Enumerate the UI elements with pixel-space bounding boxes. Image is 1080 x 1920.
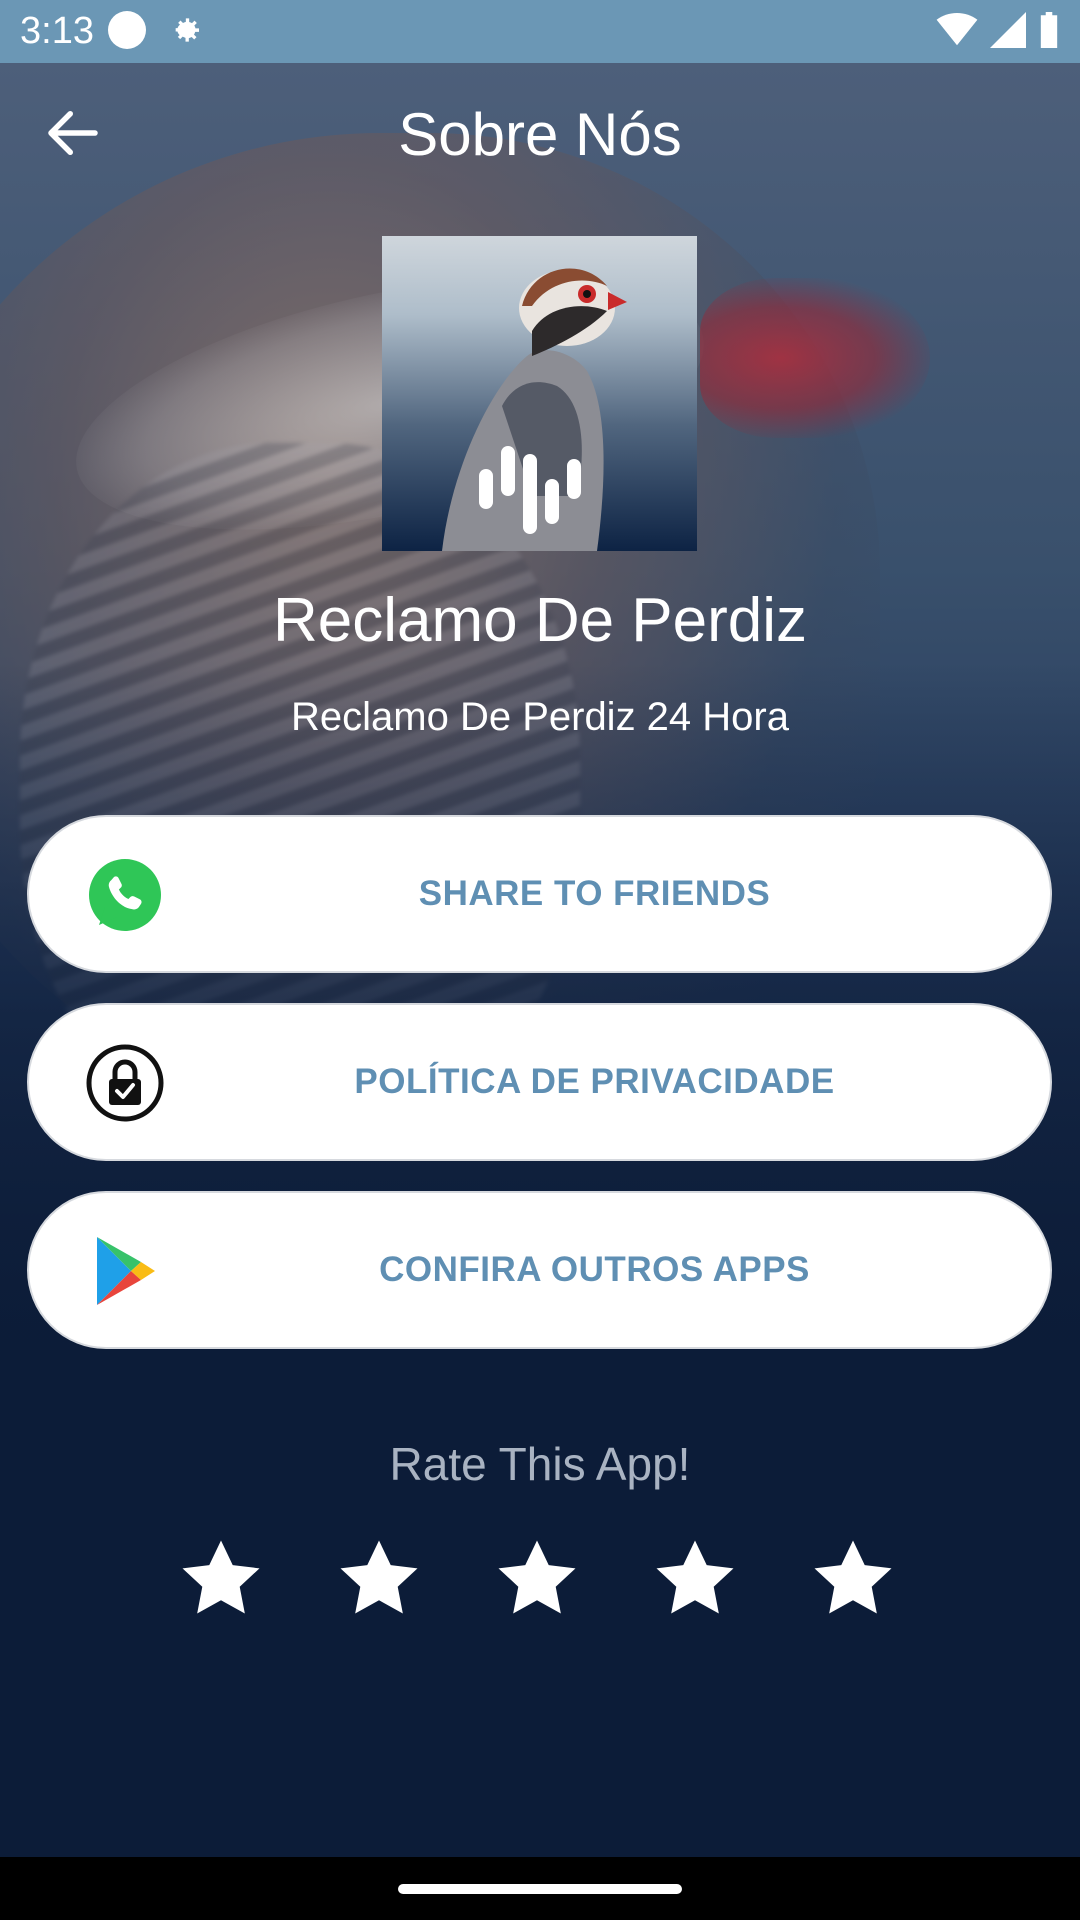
wifi-icon [936, 13, 978, 46]
star-icon-4[interactable] [649, 1535, 741, 1623]
gear-icon [175, 18, 199, 42]
navigation-bar [0, 1857, 1080, 1920]
other-apps-label: CONFIRA OUTROS APPS [379, 1250, 810, 1289]
app-cover-image [382, 236, 697, 551]
home-gesture-handle[interactable] [398, 1884, 682, 1894]
status-icons [936, 12, 1060, 48]
app-name: Reclamo De Perdiz [272, 586, 808, 655]
star-rating[interactable] [175, 1535, 905, 1625]
background-bird-beak [700, 278, 930, 438]
star-icon-1[interactable] [175, 1535, 267, 1623]
soundwave-icon [479, 446, 581, 534]
star-icon-2[interactable] [333, 1535, 425, 1623]
status-bar: 3:13 [0, 0, 1080, 63]
privacy-policy-button[interactable]: POLÍTICA DE PRIVACIDADE [27, 1003, 1052, 1161]
status-time: 3:13 [20, 10, 94, 52]
star-icon-5[interactable] [807, 1535, 899, 1623]
share-to-friends-button[interactable]: SHARE TO FRIENDS [27, 815, 1052, 973]
star-icon-3[interactable] [491, 1535, 583, 1623]
app-subtitle: Reclamo De Perdiz 24 Hora [291, 695, 789, 739]
battery-icon [1040, 12, 1058, 48]
privacy-policy-label: POLÍTICA DE PRIVACIDADE [354, 1062, 835, 1101]
share-to-friends-label: SHARE TO FRIENDS [418, 874, 771, 913]
circle-icon [108, 11, 146, 49]
signal-icon [990, 12, 1026, 48]
other-apps-button[interactable]: CONFIRA OUTROS APPS [27, 1191, 1052, 1349]
rate-title: Rate This App! [389, 1438, 691, 1490]
page-title: Sobre Nós [398, 101, 682, 168]
